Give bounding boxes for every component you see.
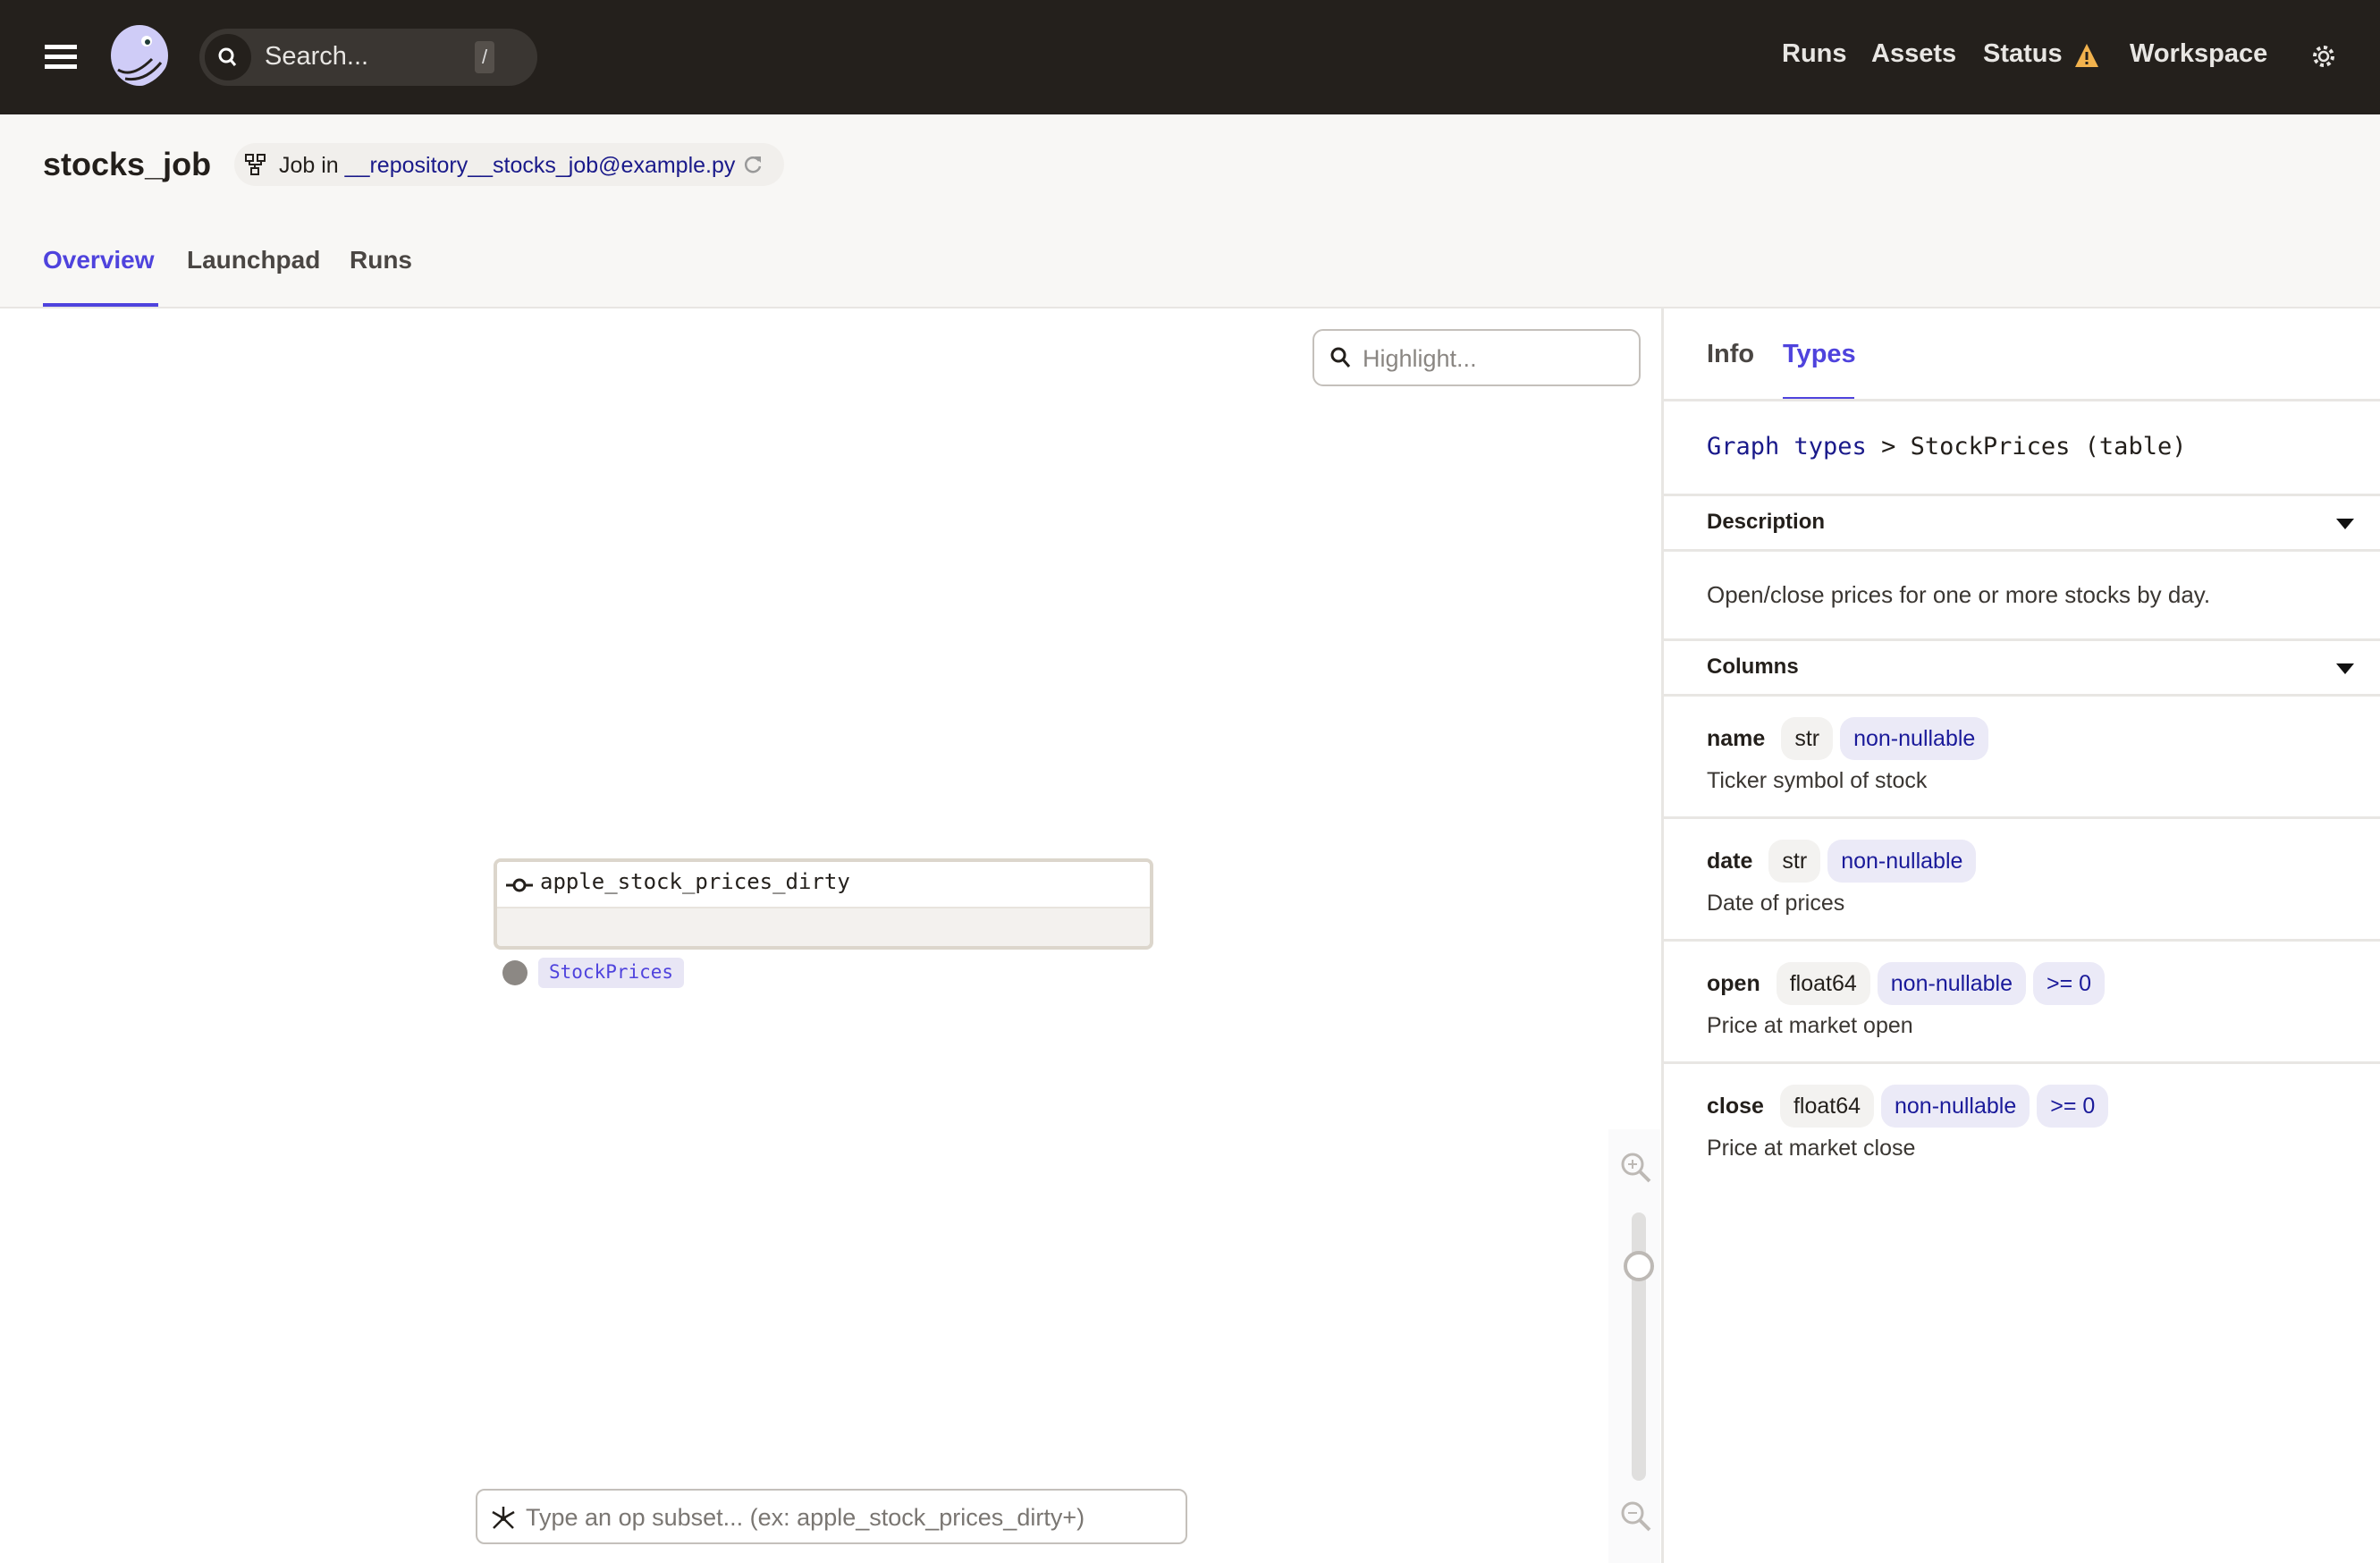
output-dot (502, 960, 527, 985)
gear-icon[interactable] (2310, 43, 2337, 70)
columns-section-header[interactable]: Columns (1707, 655, 1799, 680)
column-constraint-tag: >= 0 (2037, 1085, 2109, 1128)
breadcrumb-graph-types[interactable]: Graph types (1707, 433, 1867, 460)
op-icon (506, 878, 533, 892)
nav-assets[interactable]: Assets (1871, 39, 1956, 69)
column-type-tag: str (1768, 840, 1821, 883)
column-constraint-tag: non-nullable (1827, 840, 1977, 883)
column-description: Price at market open (1707, 1013, 1913, 1038)
column-constraint-tag: non-nullable (1881, 1085, 2030, 1128)
search-icon (205, 34, 251, 80)
zoom-out-icon[interactable] (1620, 1500, 1652, 1533)
nav-workspace[interactable]: Workspace (2130, 39, 2267, 69)
global-search[interactable]: Search... / (199, 29, 537, 86)
sidebar-tab-types[interactable]: Types (1783, 340, 1856, 369)
search-shortcut: / (475, 41, 494, 73)
column-type-tag: float64 (1776, 962, 1870, 1005)
column-row: open float64 non-nullable >= 0 (1707, 962, 2106, 1005)
page-title: stocks_job (43, 146, 212, 182)
breadcrumb: Graph types > StockPrices (table) (1707, 433, 2186, 460)
warning-icon (2075, 44, 2098, 67)
subset-icon (492, 1507, 515, 1529)
breadcrumb-current: StockPrices (table) (1910, 433, 2187, 460)
job-prefix: Job in (279, 153, 339, 178)
reload-icon[interactable] (742, 154, 764, 175)
divider (1664, 494, 2380, 496)
column-type-tag: float64 (1779, 1085, 1874, 1128)
dagster-logo[interactable] (105, 23, 173, 91)
divider (1664, 939, 2380, 942)
column-name: name (1707, 725, 1766, 751)
sidebar-tab-info[interactable]: Info (1707, 340, 1754, 369)
caret-down-icon[interactable] (2336, 663, 2354, 674)
job-repository-tag: Job in __repository__stocks_job@example.… (234, 143, 784, 186)
divider (1664, 399, 2380, 401)
tab-overview[interactable]: Overview (43, 246, 155, 275)
tab-runs[interactable]: Runs (350, 246, 412, 275)
divider (1664, 638, 2380, 641)
column-description: Ticker symbol of stock (1707, 768, 1928, 793)
search-icon (1330, 347, 1351, 368)
highlight-input[interactable]: Highlight... (1312, 329, 1641, 386)
highlight-placeholder: Highlight... (1363, 345, 1477, 372)
column-description: Price at market close (1707, 1136, 1916, 1161)
column-constraint-tag: >= 0 (2033, 962, 2106, 1005)
repository-link[interactable]: __repository__stocks_job@example.py (345, 153, 736, 178)
column-name: open (1707, 970, 1760, 996)
nav-status[interactable]: Status (1983, 39, 2063, 69)
column-name: close (1707, 1093, 1764, 1119)
column-constraint-tag: non-nullable (1877, 962, 2026, 1005)
search-placeholder: Search... (265, 42, 369, 71)
divider (1664, 816, 2380, 819)
divider (1664, 549, 2380, 552)
graph-icon (245, 154, 266, 175)
divider (1664, 1061, 2380, 1064)
op-subset-input[interactable]: Type an op subset... (ex: apple_stock_pr… (476, 1489, 1187, 1544)
type-description: Open/close prices for one or more stocks… (1707, 581, 2211, 608)
column-row: name str non-nullable (1707, 717, 1989, 760)
column-constraint-tag: non-nullable (1840, 717, 1989, 760)
op-node[interactable]: apple_stock_prices_dirty (494, 858, 1153, 950)
breadcrumb-separator: > (1881, 433, 1896, 460)
op-subset-placeholder: Type an op subset... (ex: apple_stock_pr… (526, 1504, 1085, 1531)
description-section-header[interactable]: Description (1707, 510, 1825, 535)
column-row: close float64 non-nullable >= 0 (1707, 1085, 2109, 1128)
job-header-right (1663, 114, 2380, 307)
divider (1664, 694, 2380, 697)
column-type-tag: str (1781, 717, 1834, 760)
caret-down-icon[interactable] (2336, 519, 2354, 529)
column-row: date str non-nullable (1707, 840, 1977, 883)
zoom-slider-handle[interactable] (1624, 1251, 1654, 1281)
output-type-tag[interactable]: StockPrices (538, 958, 685, 988)
zoom-in-icon[interactable] (1620, 1152, 1652, 1184)
column-name: date (1707, 848, 1753, 874)
nav-runs[interactable]: Runs (1782, 39, 1847, 69)
tab-launchpad[interactable]: Launchpad (187, 246, 320, 275)
op-name: apple_stock_prices_dirty (540, 869, 850, 894)
column-description: Date of prices (1707, 891, 1845, 916)
divider (0, 307, 2380, 308)
menu-icon[interactable] (45, 45, 77, 70)
top-navigation-bar: Search... / Runs Assets Status Workspace (0, 0, 2380, 114)
